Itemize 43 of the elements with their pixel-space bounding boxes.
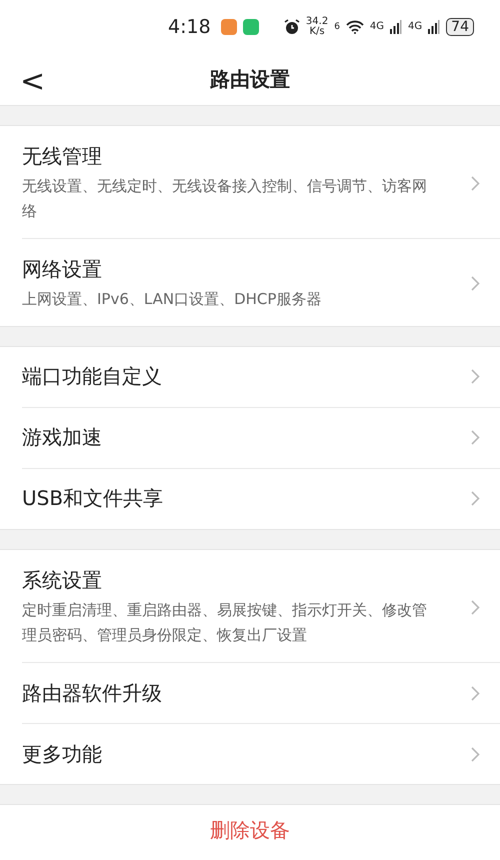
- delete-device-button[interactable]: 删除设备: [0, 804, 500, 860]
- page-title: 路由设置: [210, 66, 290, 94]
- item-title: 路由器软件升级: [22, 680, 163, 707]
- status-time: 4:18: [168, 16, 211, 38]
- settings-item[interactable]: 端口功能自定义: [22, 346, 500, 408]
- settings-item[interactable]: 路由器软件升级: [22, 663, 500, 724]
- item-title: 网络设置: [22, 256, 103, 283]
- app-notification-icon: [242, 19, 259, 36]
- wifi-icon: [346, 20, 364, 34]
- wifi-label: 6: [334, 22, 340, 32]
- network-type: 4G: [408, 22, 422, 32]
- item-title: 游戏加速: [22, 424, 103, 452]
- network-type: 4G: [370, 22, 384, 32]
- app-notification-icon: [220, 19, 237, 36]
- chevron-right-icon: [471, 686, 480, 701]
- settings-item[interactable]: 更多功能: [22, 724, 500, 784]
- signal-icon: [428, 20, 440, 34]
- chevron-right-icon: [471, 369, 480, 384]
- chevron-right-icon: [471, 276, 480, 292]
- settings-item[interactable]: 网络设置 上网设置、IPv6、LAN口设置、DHCP服务器: [22, 238, 500, 326]
- item-description: 定时重启清理、重启路由器、易展按键、指示灯开关、修改管理员密码、管理员身份限定、恢复出厂设置: [22, 600, 428, 646]
- item-title: 更多功能: [22, 740, 103, 768]
- item-title: USB和文件共享: [22, 485, 164, 512]
- alarm-icon: [284, 19, 300, 36]
- chevron-right-icon: [471, 746, 480, 762]
- chevron-right-icon: [471, 600, 480, 616]
- chevron-right-icon: [471, 491, 480, 506]
- signal-icon: [390, 20, 402, 34]
- chevron-right-icon: [471, 430, 480, 446]
- network-speed: 34.2: [306, 17, 328, 28]
- chevron-right-icon: [471, 176, 480, 191]
- speed-unit: K/s: [309, 27, 325, 38]
- battery-level: 74: [446, 18, 474, 36]
- settings-item[interactable]: 系统设置 定时重启清理、重启路由器、易展按键、指示灯开关、修改管理员密码、管理员身份限定、恢复出厂设置: [22, 550, 500, 664]
- item-description: 无线设置、无线定时、无线设备接入控制、信号调节、访客网络: [22, 176, 428, 222]
- item-title: 无线管理: [22, 142, 103, 170]
- settings-item[interactable]: USB和文件共享: [22, 468, 500, 529]
- back-button[interactable]: <: [14, 62, 52, 101]
- item-title: 系统设置: [22, 567, 103, 594]
- settings-item[interactable]: 无线管理 无线设置、无线定时、无线设备接入控制、信号调节、访客网络: [22, 126, 500, 239]
- settings-item[interactable]: 游戏加速: [22, 408, 500, 469]
- item-title: 端口功能自定义: [22, 363, 163, 390]
- item-description: 上网设置、IPv6、LAN口设置、DHCP服务器: [22, 288, 322, 310]
